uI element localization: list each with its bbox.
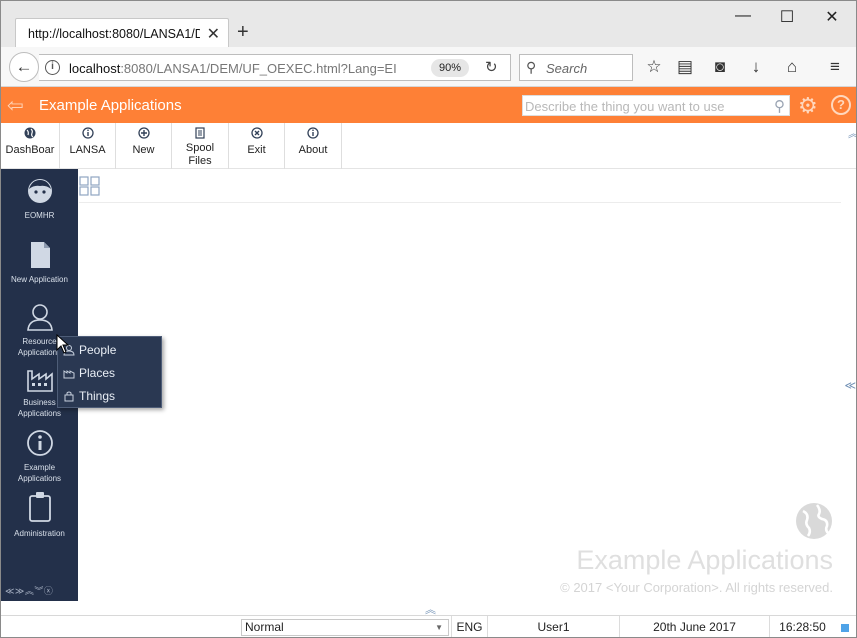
sidenav-item-example-applications[interactable]: Example Applications — [1, 429, 78, 484]
popup-item-people[interactable]: People — [58, 339, 163, 361]
globe-icon — [24, 127, 36, 139]
sidenav-item-eomhr[interactable]: EOMHR — [1, 177, 78, 221]
clipboard-icon — [28, 492, 51, 522]
new-tab-icon[interactable]: + — [237, 21, 249, 44]
app-search-placeholder: Describe the thing you want to use — [525, 99, 725, 114]
browser-titlebar: http://localhost:8080/LANSA1/D ✕ + — ☐ ✕ — [1, 1, 856, 48]
info-circle-icon — [81, 127, 94, 139]
menu-icon[interactable]: ≡ — [824, 57, 846, 77]
popup-label: Things — [79, 389, 116, 403]
back-arrow-icon: ← — [15, 57, 33, 76]
lansa-button[interactable]: LANSA — [60, 123, 116, 169]
search-icon: ⚲ — [526, 59, 537, 75]
sidenav-label-line1: Example — [23, 463, 56, 472]
sidenav-label: Administration — [14, 529, 65, 538]
browser-search-input[interactable]: ⚲ Search — [519, 54, 633, 81]
url-path: :8080/LANSA1/DEM/UF_OEXEC.html?Lang=EI — [120, 61, 397, 76]
grid-view-icon[interactable] — [79, 176, 100, 201]
spool-files-button[interactable]: Spool Files — [172, 123, 229, 169]
things-icon — [64, 391, 74, 402]
minimize-icon[interactable]: — — [723, 7, 763, 25]
new-label: New — [132, 144, 155, 156]
browser-navbar: ← i localhost:8080/LANSA1/DEM/UF_OEXEC.h… — [1, 47, 856, 87]
info-icon — [26, 430, 53, 456]
plus-circle-icon — [137, 127, 150, 139]
help-icon[interactable]: ? — [831, 95, 851, 115]
tab-close-icon[interactable]: ✕ — [207, 24, 220, 44]
reading-list-icon[interactable]: ▤ — [674, 57, 696, 77]
new-button[interactable]: New — [116, 123, 172, 169]
dashboard-label: DashBoar — [5, 144, 55, 156]
app-title: Example Applications — [39, 97, 182, 114]
document-icon — [194, 127, 206, 139]
globe-logo-icon — [795, 502, 833, 545]
exit-button[interactable]: Exit — [229, 123, 285, 169]
sidenav-item-new-application[interactable]: New Application — [1, 241, 78, 285]
search-placeholder: Search — [546, 61, 588, 76]
spool-label-line1: Spool — [185, 142, 215, 154]
home-icon[interactable]: ⌂ — [781, 57, 803, 77]
url-host: localhost — [69, 61, 121, 76]
branding-title: Example Applications — [576, 545, 833, 575]
download-icon[interactable]: ↓ — [745, 57, 767, 77]
about-button[interactable]: About — [285, 123, 342, 169]
factory-icon — [26, 370, 53, 392]
about-label: About — [298, 144, 328, 156]
info-circle-icon — [307, 127, 319, 139]
time-indicator: 16:28:50 — [769, 616, 835, 637]
date-indicator: 20th June 2017 — [619, 616, 769, 637]
reload-icon[interactable]: ↻ — [485, 58, 498, 76]
user-indicator: User1 — [487, 616, 619, 637]
collapse-right-icon[interactable]: ≪ — [844, 379, 855, 392]
sidenav-item-administration[interactable]: Administration — [1, 491, 78, 539]
sidenav-label: New Application — [11, 275, 68, 284]
app-search-icon[interactable]: ⚲ — [774, 97, 785, 115]
mode-select[interactable]: Normal ▼ — [241, 619, 449, 636]
window-close-icon[interactable]: ✕ — [812, 7, 852, 27]
mode-value: Normal — [245, 620, 284, 634]
address-bar[interactable]: i localhost:8080/LANSA1/DEM/UF_OEXEC.htm… — [39, 54, 511, 81]
zoom-badge[interactable]: 90% — [431, 59, 469, 77]
popup-label: Places — [79, 366, 116, 380]
pocket-icon[interactable]: ◙ — [709, 57, 731, 77]
bookmark-star-icon[interactable]: ☆ — [643, 57, 665, 77]
browser-window: http://localhost:8080/LANSA1/D ✕ + — ☐ ✕… — [0, 0, 857, 638]
sidenav-controls-icon[interactable]: ≪ ≫ ︽ ︾ ⓧ — [5, 584, 53, 597]
dashboard-button[interactable]: DashBoar — [1, 123, 60, 169]
close-circle-icon — [250, 127, 263, 139]
lansa-label: LANSA — [69, 144, 106, 156]
site-info-icon[interactable]: i — [45, 60, 60, 75]
sidenav-label-line2: Applications — [17, 474, 62, 483]
settings-gear-icon[interactable]: ⚙ — [798, 93, 818, 119]
maximize-icon[interactable]: ☐ — [767, 7, 807, 27]
popup-item-things[interactable]: Things — [58, 385, 163, 407]
back-button[interactable]: ← — [9, 52, 39, 82]
app-back-icon[interactable]: ⇦ — [7, 93, 24, 118]
tab-title: http://localhost:8080/LANSA1/D — [28, 27, 200, 41]
popup-label: People — [79, 343, 117, 357]
status-bar: Normal ▼ ENG User1 20th June 2017 16:28:… — [1, 615, 856, 637]
person-icon — [26, 304, 53, 331]
page-icon — [30, 242, 50, 268]
status-indicator-icon — [841, 624, 849, 632]
places-icon — [63, 370, 75, 379]
sidenav-label: EOMHR — [24, 211, 55, 220]
app-search-input[interactable]: Describe the thing you want to use ⚲ — [522, 95, 790, 116]
browser-tab[interactable]: http://localhost:8080/LANSA1/D ✕ — [15, 18, 229, 48]
content-divider — [79, 202, 841, 203]
language-indicator: ENG — [451, 616, 487, 637]
collapse-toolbar-icon[interactable]: ︽ — [848, 125, 856, 141]
face-icon — [27, 179, 52, 203]
url-text[interactable]: localhost:8080/LANSA1/DEM/UF_OEXEC.html?… — [69, 61, 409, 76]
resource-applications-popup: People Places Things — [57, 336, 162, 408]
mouse-cursor-icon — [56, 334, 69, 354]
app-header: ⇦ Example Applications Describe the thin… — [1, 87, 856, 123]
sidenav-label-line2: Applications — [17, 409, 62, 418]
exit-label: Exit — [247, 144, 266, 156]
app-toolbar: DashBoar LANSA New Spool Files Exit Abou… — [1, 123, 856, 169]
chevron-down-icon: ▼ — [435, 623, 443, 632]
branding-copyright: © 2017 <Your Corporation>. All rights re… — [560, 580, 833, 595]
popup-item-places[interactable]: Places — [58, 362, 163, 384]
spool-label-line2: Files — [188, 155, 212, 167]
